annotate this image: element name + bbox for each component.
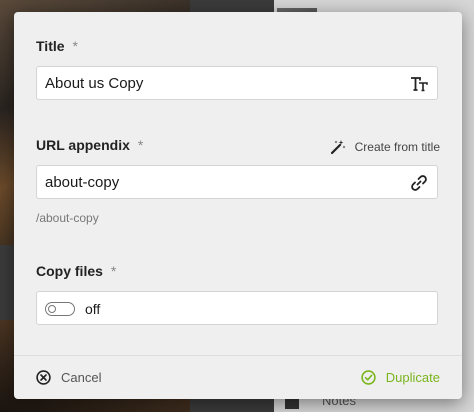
title-field-label: Title *	[36, 38, 78, 54]
footer-divider	[14, 355, 462, 356]
copy-files-toggle[interactable]	[45, 302, 75, 316]
copy-files-toggle-field[interactable]: off	[36, 291, 438, 325]
link-icon[interactable]	[410, 174, 428, 192]
url-input[interactable]: about-copy	[36, 165, 438, 199]
url-input-value[interactable]: about-copy	[45, 174, 119, 191]
url-label-text: URL appendix	[36, 137, 130, 153]
check-circle-icon	[361, 370, 376, 385]
duplicate-label: Duplicate	[385, 370, 440, 385]
copy-files-required-mark: *	[110, 263, 117, 279]
cancel-button[interactable]: Cancel	[36, 370, 101, 385]
title-input[interactable]: About us Copy	[36, 66, 438, 100]
url-required-mark: *	[137, 137, 144, 153]
title-required-mark: *	[72, 38, 78, 54]
magic-wand-icon	[330, 140, 346, 155]
create-from-title-label: Create from title	[354, 140, 440, 154]
cancel-label: Cancel	[61, 370, 102, 385]
duplicate-button[interactable]: Duplicate	[361, 370, 440, 385]
copy-files-label-text: Copy files	[36, 263, 103, 279]
url-field-label: URL appendix *	[36, 137, 143, 153]
toggle-knob	[48, 304, 56, 313]
copy-files-label: Copy files *	[36, 263, 116, 279]
title-label-text: Title	[36, 38, 65, 54]
url-help-text: /about-copy	[36, 211, 99, 225]
duplicate-page-dialog: Title * About us Copy URL appendix * Creat…	[14, 12, 462, 399]
text-format-icon	[411, 77, 428, 92]
cancel-icon	[36, 370, 51, 385]
title-input-value[interactable]: About us Copy	[45, 75, 143, 92]
copy-files-toggle-state: off	[85, 301, 101, 317]
create-from-title-button[interactable]: Create from title	[330, 139, 440, 155]
